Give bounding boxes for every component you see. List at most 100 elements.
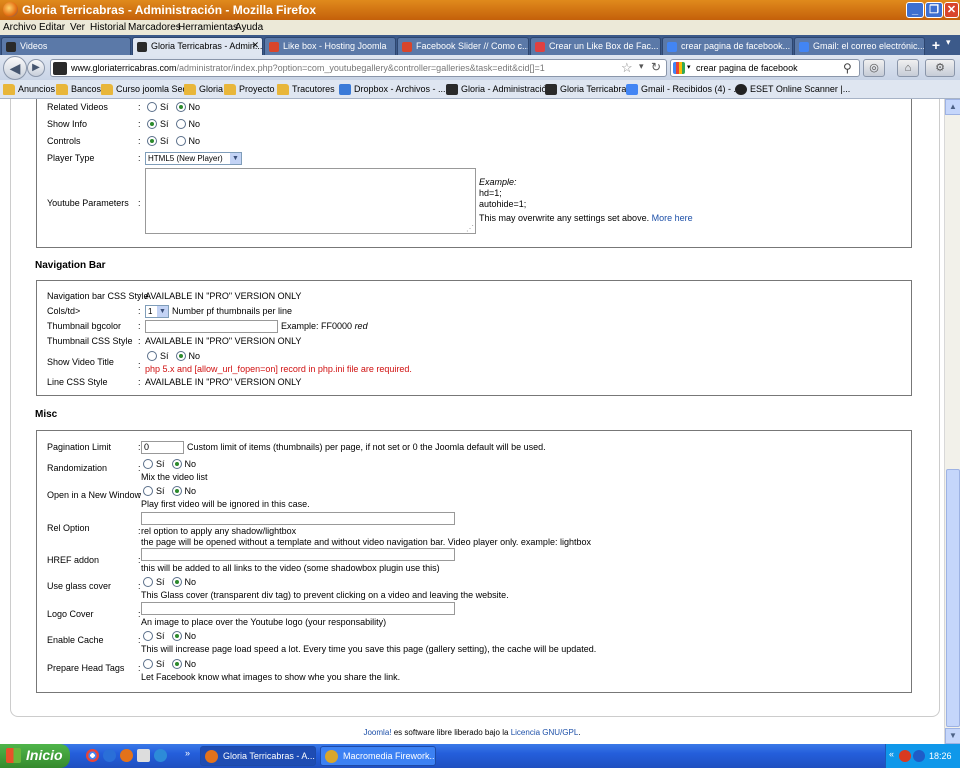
search-icon[interactable]: ⚲ bbox=[843, 61, 852, 75]
controls-yes-radio[interactable] bbox=[147, 136, 157, 146]
head-tags-no-radio[interactable] bbox=[171, 659, 182, 669]
rel-option-input[interactable] bbox=[141, 512, 455, 525]
related-videos-yes-radio[interactable] bbox=[147, 102, 157, 112]
head-tags-yes-radio[interactable] bbox=[143, 659, 153, 669]
new-tab-button[interactable]: + bbox=[928, 37, 944, 53]
tab-gloria-admin[interactable]: Gloria Terricabras - Admin... ✕ bbox=[132, 37, 263, 55]
more-quicklaunch-icon[interactable]: » bbox=[185, 748, 190, 758]
bookmark-gloria[interactable]: Gloria bbox=[184, 84, 223, 95]
new-window-no-radio[interactable] bbox=[171, 486, 182, 496]
show-info-no-radio[interactable] bbox=[175, 119, 186, 129]
window-title: Gloria Terricabras - Administración - Mo… bbox=[22, 3, 317, 17]
menu-marcadores[interactable]: Marcadores bbox=[128, 22, 181, 33]
player-settings-section: Related Videos : Sí No Show Info : Sí No C… bbox=[36, 99, 912, 248]
cols-select[interactable]: 1 ▼ bbox=[145, 305, 169, 318]
youtube-params-textarea[interactable]: ⋰ bbox=[145, 168, 476, 234]
tab-label: crear pagina de facebook... bbox=[681, 41, 791, 51]
google-search-engine-icon[interactable] bbox=[673, 62, 685, 74]
firefox-icon[interactable] bbox=[120, 749, 133, 762]
site-identity-icon[interactable] bbox=[53, 62, 67, 75]
vertical-scrollbar[interactable]: ▲ ▼ bbox=[944, 99, 960, 744]
show-info-yes-radio[interactable] bbox=[147, 119, 157, 129]
bookmark-star-icon[interactable]: ☆ bbox=[621, 60, 633, 76]
maximize-button[interactable]: ❐ bbox=[925, 2, 943, 18]
forward-button[interactable]: ▶ bbox=[27, 59, 45, 77]
menu-ayuda[interactable]: Ayuda bbox=[235, 22, 263, 33]
show-desktop-icon[interactable] bbox=[137, 749, 150, 762]
task-firefox-gloria[interactable]: Gloria Terricabras - A... bbox=[200, 746, 316, 766]
bookmark-gloria-admin[interactable]: Gloria - Administración bbox=[446, 84, 552, 95]
google-icon bbox=[667, 42, 677, 52]
license-link[interactable]: Licencia GNU/GPL bbox=[511, 728, 579, 737]
network-icon[interactable] bbox=[913, 750, 925, 762]
scroll-up-icon[interactable]: ▲ bbox=[945, 99, 960, 115]
player-type-select[interactable]: HTML5 (New Player) ▼ bbox=[145, 152, 242, 165]
search-bar[interactable]: ▾ crear pagina de facebook ⚲ bbox=[670, 59, 860, 77]
bookmark-bancos[interactable]: Bancos bbox=[56, 84, 101, 95]
pagination-input[interactable]: 0 bbox=[141, 441, 184, 454]
href-addon-input[interactable] bbox=[141, 548, 455, 561]
more-here-link[interactable]: More here bbox=[652, 213, 693, 223]
bookmark-proyecto[interactable]: Proyecto bbox=[224, 84, 275, 95]
tools-icon[interactable]: ⚙ bbox=[925, 59, 955, 77]
bookmark-eset[interactable]: ESET Online Scanner |... bbox=[735, 84, 850, 95]
tab-list-icon[interactable]: ▾ bbox=[946, 37, 951, 48]
randomization-no-radio[interactable] bbox=[171, 459, 182, 469]
close-window-button[interactable]: ✕ bbox=[944, 2, 959, 18]
tab-gmail[interactable]: Gmail: el correo electrónic... bbox=[794, 37, 925, 55]
glass-cover-no-radio[interactable] bbox=[171, 577, 182, 587]
home-icon[interactable]: ⌂ bbox=[897, 59, 919, 77]
tray-expand-icon[interactable]: « bbox=[889, 749, 894, 759]
tab-facebook-slider[interactable]: Facebook Slider // Como c... bbox=[397, 37, 529, 55]
tab-crear-like-box[interactable]: Crear un Like Box de Fac... bbox=[530, 37, 661, 55]
logo-cover-hint: An image to place over the Youtube logo … bbox=[141, 617, 387, 627]
randomization-yes-radio[interactable] bbox=[143, 459, 153, 469]
tab-videos[interactable]: Videos bbox=[1, 37, 131, 55]
url-dropdown-icon[interactable]: ▾ bbox=[639, 61, 644, 72]
bookmark-gloria-terricabras[interactable]: Gloria Terricabras bbox=[545, 84, 631, 95]
resize-handle-icon[interactable]: ⋰ bbox=[466, 224, 474, 233]
firefox-logo-icon bbox=[3, 2, 18, 17]
bookmark-dropbox[interactable]: Dropbox - Archivos - ... bbox=[339, 84, 446, 95]
show-title-yes-radio[interactable] bbox=[147, 351, 157, 361]
task-macromedia-fireworks[interactable]: Macromedia Firework... bbox=[320, 746, 436, 766]
logo-cover-input[interactable] bbox=[141, 602, 455, 615]
joomla-link[interactable]: Joomla! bbox=[363, 728, 391, 737]
menu-editar[interactable]: Editar bbox=[39, 22, 65, 33]
reload-icon[interactable]: ↻ bbox=[651, 60, 661, 74]
thumb-bgcolor-input[interactable] bbox=[145, 320, 278, 333]
new-window-yes-radio[interactable] bbox=[143, 486, 153, 496]
addon-icon[interactable]: ◎ bbox=[863, 59, 885, 77]
menu-archivo[interactable]: Archivo bbox=[3, 22, 36, 33]
close-tab-icon[interactable]: ✕ bbox=[251, 40, 259, 51]
bookmark-gmail[interactable]: Gmail - Recibidos (4) - ... bbox=[626, 84, 741, 95]
url-bar[interactable]: www.gloriaterricabras.com/administrator/… bbox=[50, 59, 667, 77]
chrome-icon[interactable] bbox=[86, 749, 99, 762]
menu-ver[interactable]: Ver bbox=[70, 22, 85, 33]
example-block: Example: hd=1; autohide=1; This may over… bbox=[479, 177, 693, 224]
bookmark-curso-joomla[interactable]: Curso joomla Seo bbox=[101, 84, 188, 95]
bookmark-tracutores[interactable]: Tracutores bbox=[277, 84, 335, 95]
alert-icon[interactable] bbox=[899, 750, 911, 762]
engine-dropdown-icon[interactable]: ▾ bbox=[687, 63, 691, 71]
enable-cache-yes-radio[interactable] bbox=[143, 631, 153, 641]
back-button[interactable]: ◀ bbox=[3, 56, 27, 80]
tab-google-search[interactable]: crear pagina de facebook... bbox=[662, 37, 793, 55]
scroll-thumb[interactable] bbox=[946, 469, 960, 727]
minimize-button[interactable]: _ bbox=[906, 2, 924, 18]
internet-explorer-icon[interactable] bbox=[103, 749, 116, 762]
skype-icon[interactable] bbox=[154, 749, 167, 762]
google-icon bbox=[626, 84, 638, 95]
start-button[interactable]: Inicio bbox=[0, 744, 70, 768]
enable-cache-no-radio[interactable] bbox=[171, 631, 182, 641]
scroll-down-icon[interactable]: ▼ bbox=[945, 728, 960, 744]
controls-no-radio[interactable] bbox=[175, 136, 186, 146]
menu-herramientas[interactable]: Herramientas bbox=[178, 22, 238, 33]
fireworks-icon bbox=[325, 750, 338, 763]
show-title-no-radio[interactable] bbox=[175, 351, 186, 361]
bookmark-anuncios[interactable]: Anuncios bbox=[3, 84, 55, 95]
glass-cover-yes-radio[interactable] bbox=[143, 577, 153, 587]
related-videos-no-radio[interactable] bbox=[175, 102, 186, 112]
tab-like-box[interactable]: Like box - Hosting Joomla bbox=[264, 37, 396, 55]
menu-historial[interactable]: Historial bbox=[90, 22, 126, 33]
